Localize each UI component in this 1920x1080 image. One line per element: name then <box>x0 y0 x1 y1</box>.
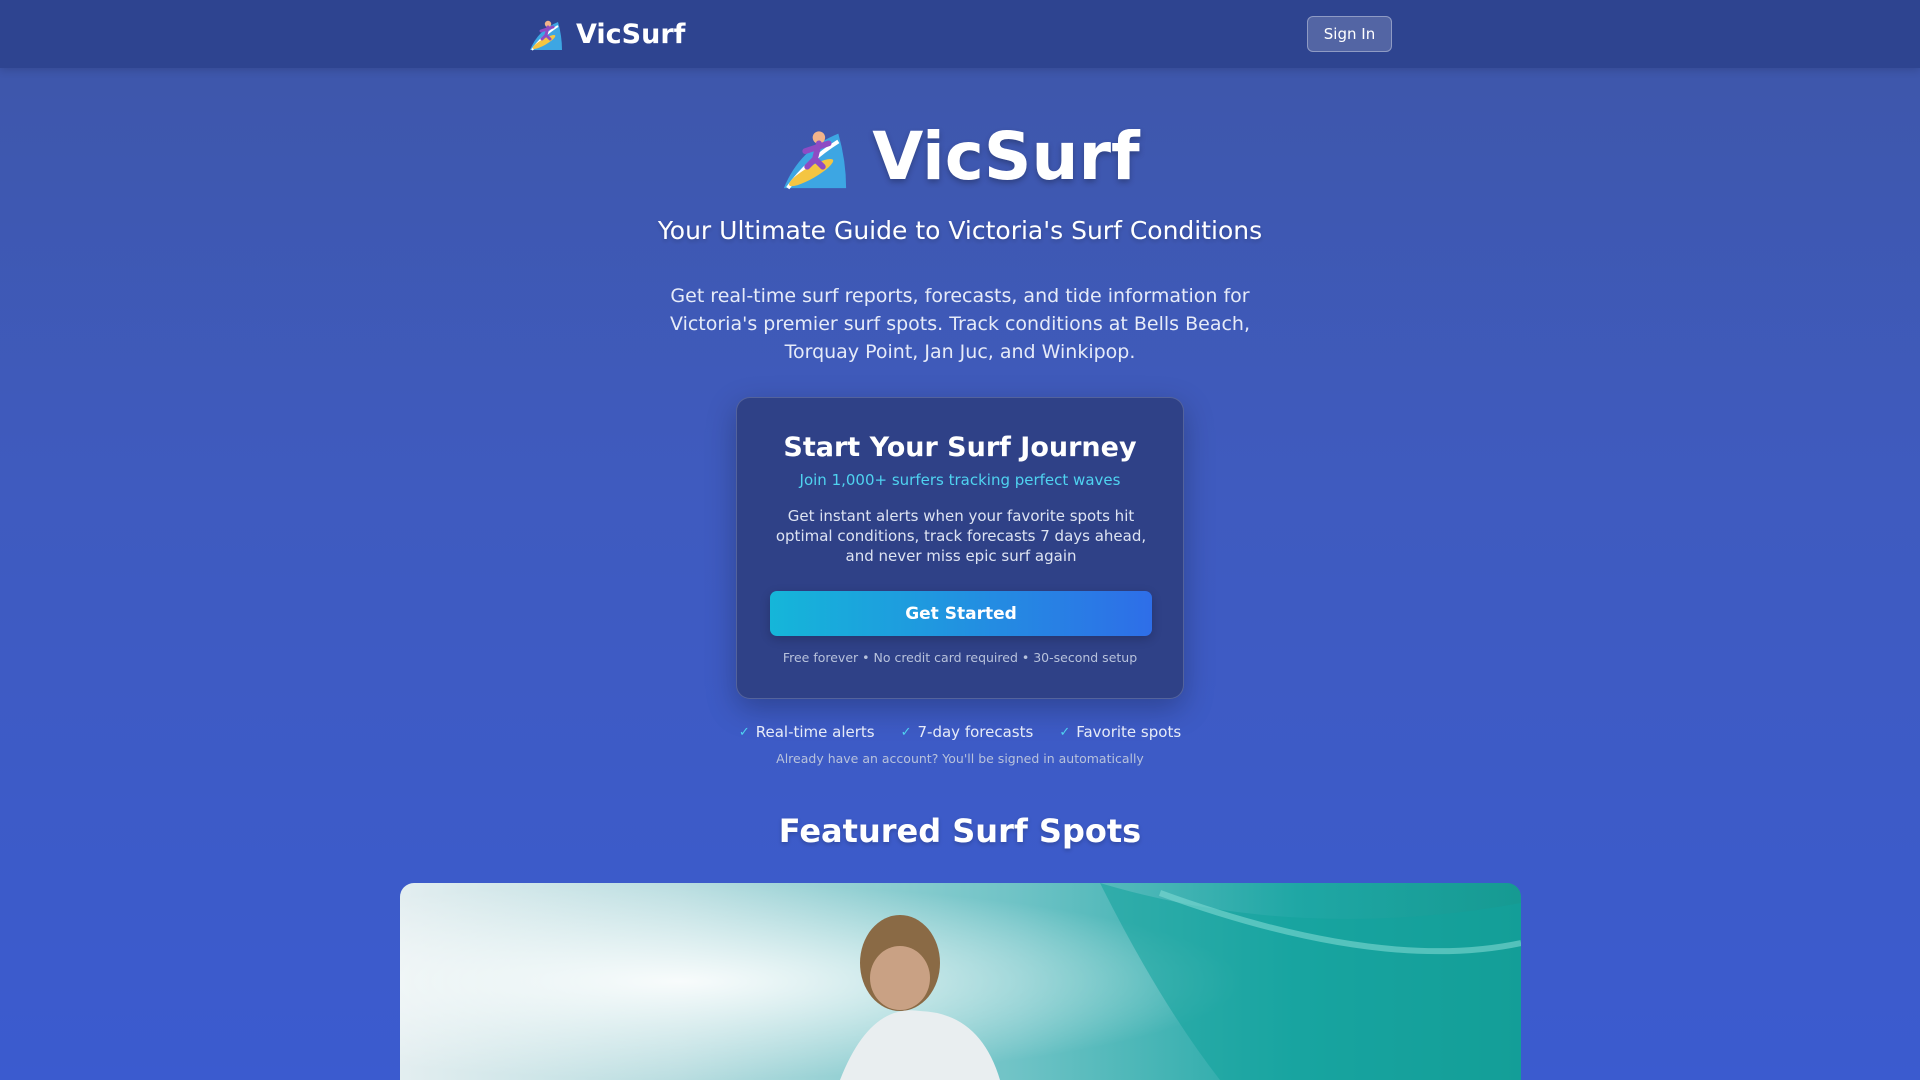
feature-item: ✓ 7-day forecasts <box>901 723 1034 741</box>
hero-title: VicSurf <box>0 118 1920 195</box>
check-icon: ✓ <box>1059 724 1071 740</box>
check-icon: ✓ <box>900 724 912 740</box>
check-icon: ✓ <box>738 724 750 740</box>
hero-description: Get real-time surf reports, forecasts, a… <box>669 285 1251 363</box>
feature-item: ✓ Favorite spots <box>1059 723 1181 741</box>
brand-name: VicSurf <box>576 18 686 50</box>
featured-spot-image[interactable] <box>400 883 1521 1080</box>
card-tagline: Join 1,000+ surfers tracking perfect wav… <box>799 471 1121 489</box>
card-description: Get instant alerts when your favorite sp… <box>775 507 1147 565</box>
feature-label: 7-day forecasts <box>917 723 1034 741</box>
feature-label: Real-time alerts <box>755 723 875 741</box>
get-started-button[interactable]: Get Started <box>770 591 1152 636</box>
feature-list: ✓ Real-time alerts ✓ 7-day forecasts ✓ F… <box>0 723 1920 741</box>
surfer-icon <box>530 20 562 51</box>
card-title: Start Your Surf Journey <box>783 432 1137 463</box>
surf-photo-illustration <box>400 883 1521 1080</box>
brand-logo[interactable]: VicSurf <box>528 14 685 54</box>
hero-brand-name: VicSurf <box>872 118 1140 195</box>
surfer-icon <box>784 130 847 189</box>
signed-in-note: Already have an account? You'll be signe… <box>776 751 1144 766</box>
card-fine-print: Free forever • No credit card required •… <box>782 650 1138 665</box>
hero-subtitle: Your Ultimate Guide to Victoria's Surf C… <box>657 216 1263 245</box>
sign-in-button[interactable]: Sign In <box>1307 16 1392 52</box>
feature-item: ✓ Real-time alerts <box>739 723 875 741</box>
featured-spots-title: Featured Surf Spots <box>778 812 1142 850</box>
top-navbar: VicSurf Sign In <box>0 0 1920 68</box>
signup-card: Start Your Surf Journey Join 1,000+ surf… <box>736 397 1184 699</box>
feature-label: Favorite spots <box>1076 723 1182 741</box>
